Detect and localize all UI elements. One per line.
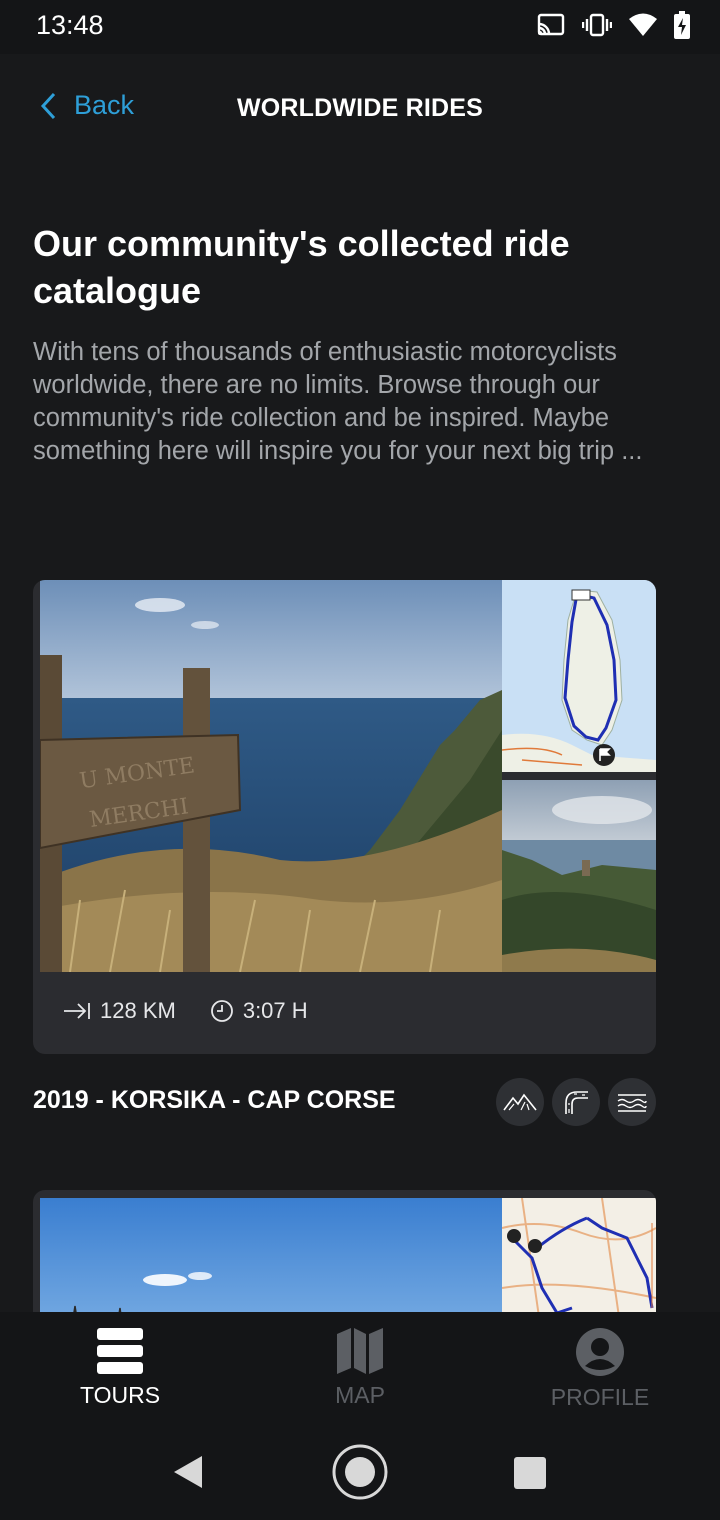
- ride-photos: U MONTE MERCHI: [40, 580, 656, 972]
- cast-icon: [537, 13, 565, 36]
- tab-profile-label: PROFILE: [550, 1384, 650, 1410]
- system-back-icon[interactable]: [172, 1455, 204, 1489]
- system-navigation-bar: [0, 1424, 720, 1520]
- tab-profile[interactable]: PROFILE: [510, 1328, 690, 1411]
- curves-icon: [552, 1078, 600, 1126]
- route-map-thumbnail[interactable]: [502, 1198, 656, 1330]
- ride-main-photo: U MONTE MERCHI: [40, 580, 502, 972]
- ride-title-row: 2019 - KORSIKA - CAP CORSE: [33, 1078, 656, 1126]
- duration-stat: 3:07 H: [210, 998, 308, 1024]
- system-home-icon[interactable]: [331, 1443, 389, 1501]
- tab-tours[interactable]: TOURS: [30, 1328, 210, 1409]
- page-title: WORLDWIDE RIDES: [236, 94, 484, 122]
- ride-side-photo: [502, 780, 656, 972]
- tab-map[interactable]: MAP: [270, 1328, 450, 1409]
- list-icon: [97, 1328, 143, 1374]
- battery-icon: [674, 11, 690, 39]
- intro-section: Our community's collected ride catalogue…: [33, 220, 693, 468]
- map-icon: [337, 1328, 383, 1374]
- ride-title[interactable]: 2019 - KORSIKA - CAP CORSE: [33, 1086, 396, 1115]
- distance-icon: [64, 1003, 90, 1019]
- intro-heading: Our community's collected ride catalogue: [33, 223, 570, 311]
- tab-map-label: MAP: [335, 1382, 385, 1408]
- status-time: 13:48: [36, 10, 104, 40]
- top-navigation: Back WORLDWIDE RIDES: [0, 54, 720, 164]
- status-bar: 13:48: [0, 0, 720, 54]
- ride-card[interactable]: [33, 1190, 656, 1330]
- route-map-thumbnail[interactable]: [502, 580, 656, 772]
- profile-icon: [576, 1328, 624, 1376]
- status-icons: [536, 11, 690, 39]
- coast-icon: [608, 1078, 656, 1126]
- ride-stats: 128 KM 3:07 H: [63, 998, 342, 1024]
- intro-text: With tens of thousands of enthusiastic m…: [33, 338, 643, 465]
- mountains-icon: [496, 1078, 544, 1126]
- wifi-icon: [629, 13, 657, 36]
- tab-tours-label: TOURS: [79, 1382, 161, 1408]
- distance-stat: 128 KM: [63, 998, 176, 1024]
- vibrate-icon: [582, 13, 612, 37]
- clock-icon: [210, 1000, 233, 1022]
- duration-value: 3:07 H: [242, 998, 308, 1023]
- system-recents-icon[interactable]: [514, 1457, 546, 1489]
- ride-card[interactable]: U MONTE MERCHI 128 KM 3:07 H: [33, 580, 656, 1054]
- ride-main-photo: [40, 1198, 502, 1330]
- bottom-navigation: TOURS MAP PROFILE: [0, 1312, 720, 1424]
- ride-tags: [496, 1078, 656, 1126]
- distance-value: 128 KM: [100, 998, 176, 1023]
